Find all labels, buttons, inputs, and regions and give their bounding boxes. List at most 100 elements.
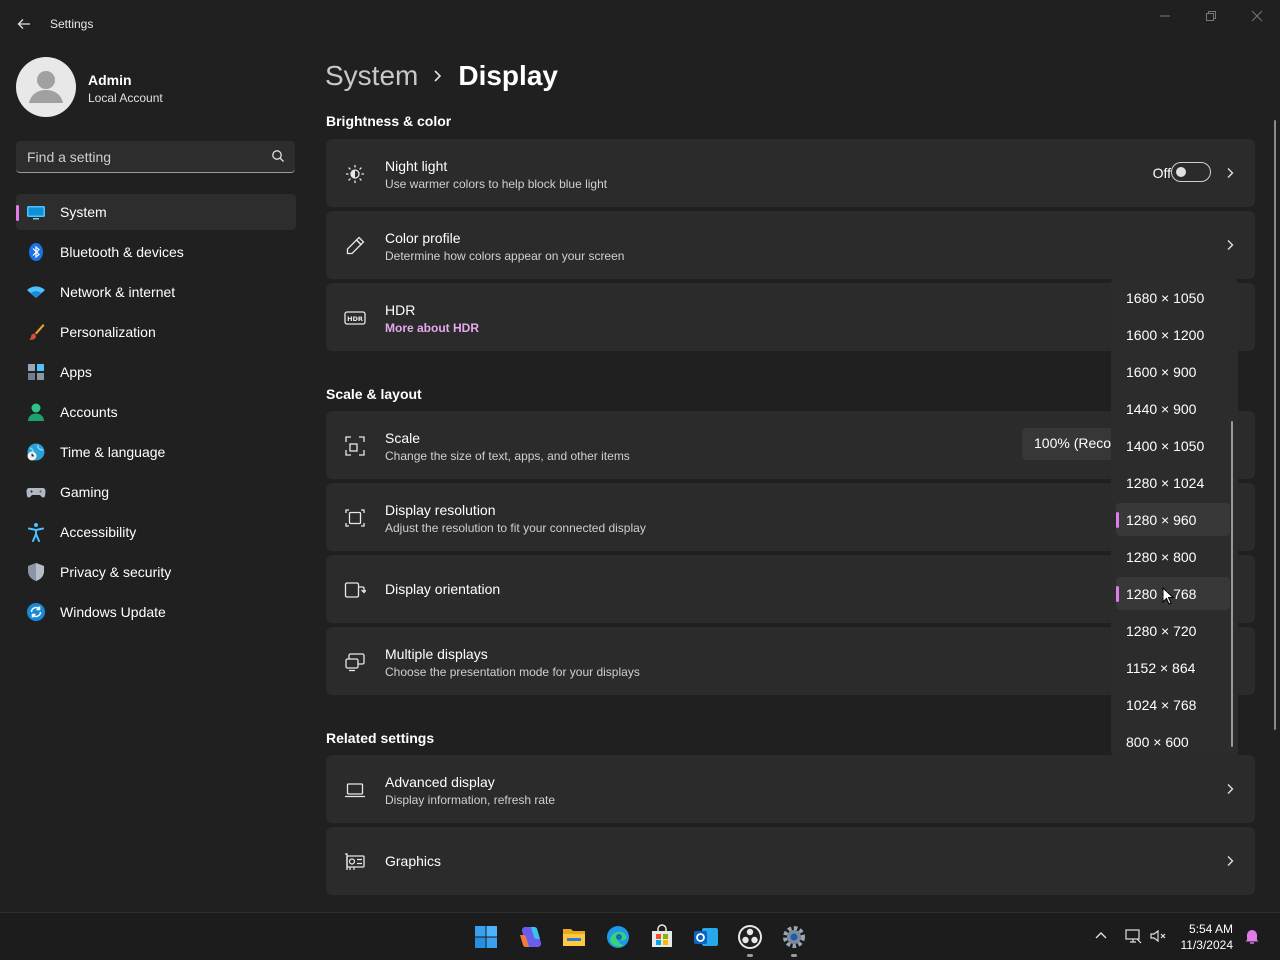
resolution-option[interactable]: 1024 × 768	[1116, 688, 1230, 721]
sidebar-item-network[interactable]: Network & internet	[16, 274, 296, 310]
card-description: Determine how colors appear on your scre…	[385, 249, 625, 263]
card-description: Choose the presentation mode for your di…	[385, 665, 640, 679]
scale-dropdown[interactable]: 100% (Recommended)	[1022, 428, 1122, 460]
color-profile-card[interactable]: Color profile Determine how colors appea…	[326, 211, 1255, 279]
restore-icon	[1206, 11, 1216, 21]
network-icon[interactable]	[1124, 927, 1142, 945]
dropdown-scrollbar[interactable]	[1231, 421, 1233, 747]
window-title: Settings	[50, 17, 94, 31]
monitor-icon	[27, 206, 45, 220]
breadcrumb-parent[interactable]: System	[325, 60, 418, 92]
chevron-right-icon	[1227, 240, 1234, 250]
wifi-icon	[27, 286, 45, 298]
sidebar-item-label: Gaming	[60, 484, 110, 500]
resolution-option[interactable]: 1280 × 720	[1116, 614, 1230, 647]
sidebar-item-windows-update[interactable]: Windows Update	[16, 594, 296, 630]
card-description: Use warmer colors to help block blue lig…	[385, 177, 608, 191]
night-light-card[interactable]: Night light Use warmer colors to help bl…	[326, 139, 1255, 207]
card-title: Graphics	[385, 853, 442, 869]
obs-button[interactable]	[736, 923, 764, 951]
file-explorer-button[interactable]	[560, 923, 588, 951]
graphics-card[interactable]: Graphics	[326, 827, 1255, 895]
clock-date[interactable]: 11/3/2024	[1181, 938, 1234, 952]
search-box	[16, 141, 295, 173]
copilot-icon	[520, 927, 542, 947]
resolution-option[interactable]: 1152 × 864	[1116, 651, 1230, 684]
search-icon[interactable]	[271, 149, 285, 163]
sidebar-item-apps[interactable]: Apps	[16, 354, 296, 390]
sidebar-nav: System Bluetooth & devices Network & int…	[16, 194, 296, 634]
multiple-displays-icon	[345, 653, 365, 672]
breadcrumb-separator	[432, 69, 444, 83]
resolution-option[interactable]: 1280 × 1024	[1116, 466, 1230, 499]
sidebar-item-bluetooth[interactable]: Bluetooth & devices	[16, 234, 296, 270]
minimize-button[interactable]	[1157, 8, 1173, 24]
sidebar-item-accounts[interactable]: Accounts	[16, 394, 296, 430]
resolution-option[interactable]: 1400 × 1050	[1116, 429, 1230, 462]
card-title: Display orientation	[385, 581, 501, 597]
card-title: HDR	[385, 302, 416, 318]
resolution-option[interactable]: 1280 × 800	[1116, 540, 1230, 573]
search-input[interactable]	[16, 141, 256, 172]
resolution-option[interactable]: 1600 × 900	[1116, 355, 1230, 388]
settings-button[interactable]	[780, 923, 808, 951]
close-button[interactable]	[1249, 8, 1265, 24]
resolution-option[interactable]: 1600 × 1200	[1116, 318, 1230, 351]
resolution-option[interactable]: 800 × 600	[1116, 725, 1230, 757]
start-icon	[475, 926, 497, 948]
chevron-right-icon	[434, 70, 442, 82]
chevron-up-icon[interactable]	[1092, 927, 1110, 945]
more-about-hdr-link[interactable]: More about HDR	[385, 321, 479, 335]
sidebar-item-accessibility[interactable]: Accessibility	[16, 514, 296, 550]
edge-icon	[607, 926, 629, 948]
sidebar-item-gaming[interactable]: Gaming	[16, 474, 296, 510]
running-indicator	[747, 954, 753, 957]
copilot-button[interactable]	[516, 923, 544, 951]
section-related-settings: Related settings	[326, 730, 435, 746]
user-name: Admin	[88, 72, 132, 88]
clock-time[interactable]: 5:54 AM	[1189, 922, 1233, 936]
resolution-option-selected[interactable]: 1280 × 960	[1116, 503, 1230, 536]
card-title: Color profile	[385, 230, 461, 246]
sidebar-item-system[interactable]: System	[16, 194, 296, 230]
file-explorer-icon	[563, 929, 585, 946]
resolution-option[interactable]: 1440 × 900	[1116, 392, 1230, 425]
running-indicator	[791, 954, 797, 957]
night-light-toggle[interactable]	[1171, 162, 1211, 182]
sidebar-item-label: Time & language	[60, 444, 166, 460]
resolution-option[interactable]: 1680 × 1050	[1116, 281, 1230, 314]
sidebar-item-label: System	[60, 204, 107, 220]
outlook-button[interactable]	[692, 923, 720, 951]
store-icon	[652, 924, 672, 947]
card-description: Change the size of text, apps, and other…	[385, 449, 630, 463]
orientation-icon	[344, 582, 366, 598]
store-button[interactable]	[648, 923, 676, 951]
sidebar-item-time-language[interactable]: Time & language	[16, 434, 296, 470]
advanced-display-card[interactable]: Advanced display Display information, re…	[326, 755, 1255, 823]
hdr-icon: HDR	[344, 311, 366, 325]
resolution-dropdown-list[interactable]: 1680 × 1050 1600 × 1200 1600 × 900 1440 …	[1111, 278, 1238, 757]
eyedropper-icon	[346, 236, 365, 255]
volume-muted-icon[interactable]	[1149, 927, 1167, 945]
resolution-icon	[345, 509, 365, 527]
card-title: Multiple displays	[385, 646, 488, 662]
page-title: Display	[458, 60, 558, 91]
main-scrollbar[interactable]	[1274, 120, 1276, 730]
paintbrush-icon	[29, 324, 45, 340]
card-title: Scale	[385, 430, 421, 446]
user-profile[interactable]: Admin Local Account	[16, 57, 296, 117]
person-silhouette-icon	[29, 71, 63, 103]
edge-button[interactable]	[604, 923, 632, 951]
shield-icon	[28, 563, 44, 581]
sidebar-item-personalization[interactable]: Personalization	[16, 314, 296, 350]
sidebar-item-label: Network & internet	[60, 284, 176, 300]
chevron-right-icon	[1227, 784, 1234, 794]
restore-button[interactable]	[1203, 8, 1219, 24]
gamepad-icon	[26, 488, 46, 498]
start-button[interactable]	[472, 923, 500, 951]
bluetooth-icon	[29, 243, 43, 261]
notification-bell-icon[interactable]	[1243, 927, 1261, 945]
sidebar-item-privacy[interactable]: Privacy & security	[16, 554, 296, 590]
back-button[interactable]	[14, 14, 34, 34]
section-brightness-color: Brightness & color	[326, 113, 452, 129]
